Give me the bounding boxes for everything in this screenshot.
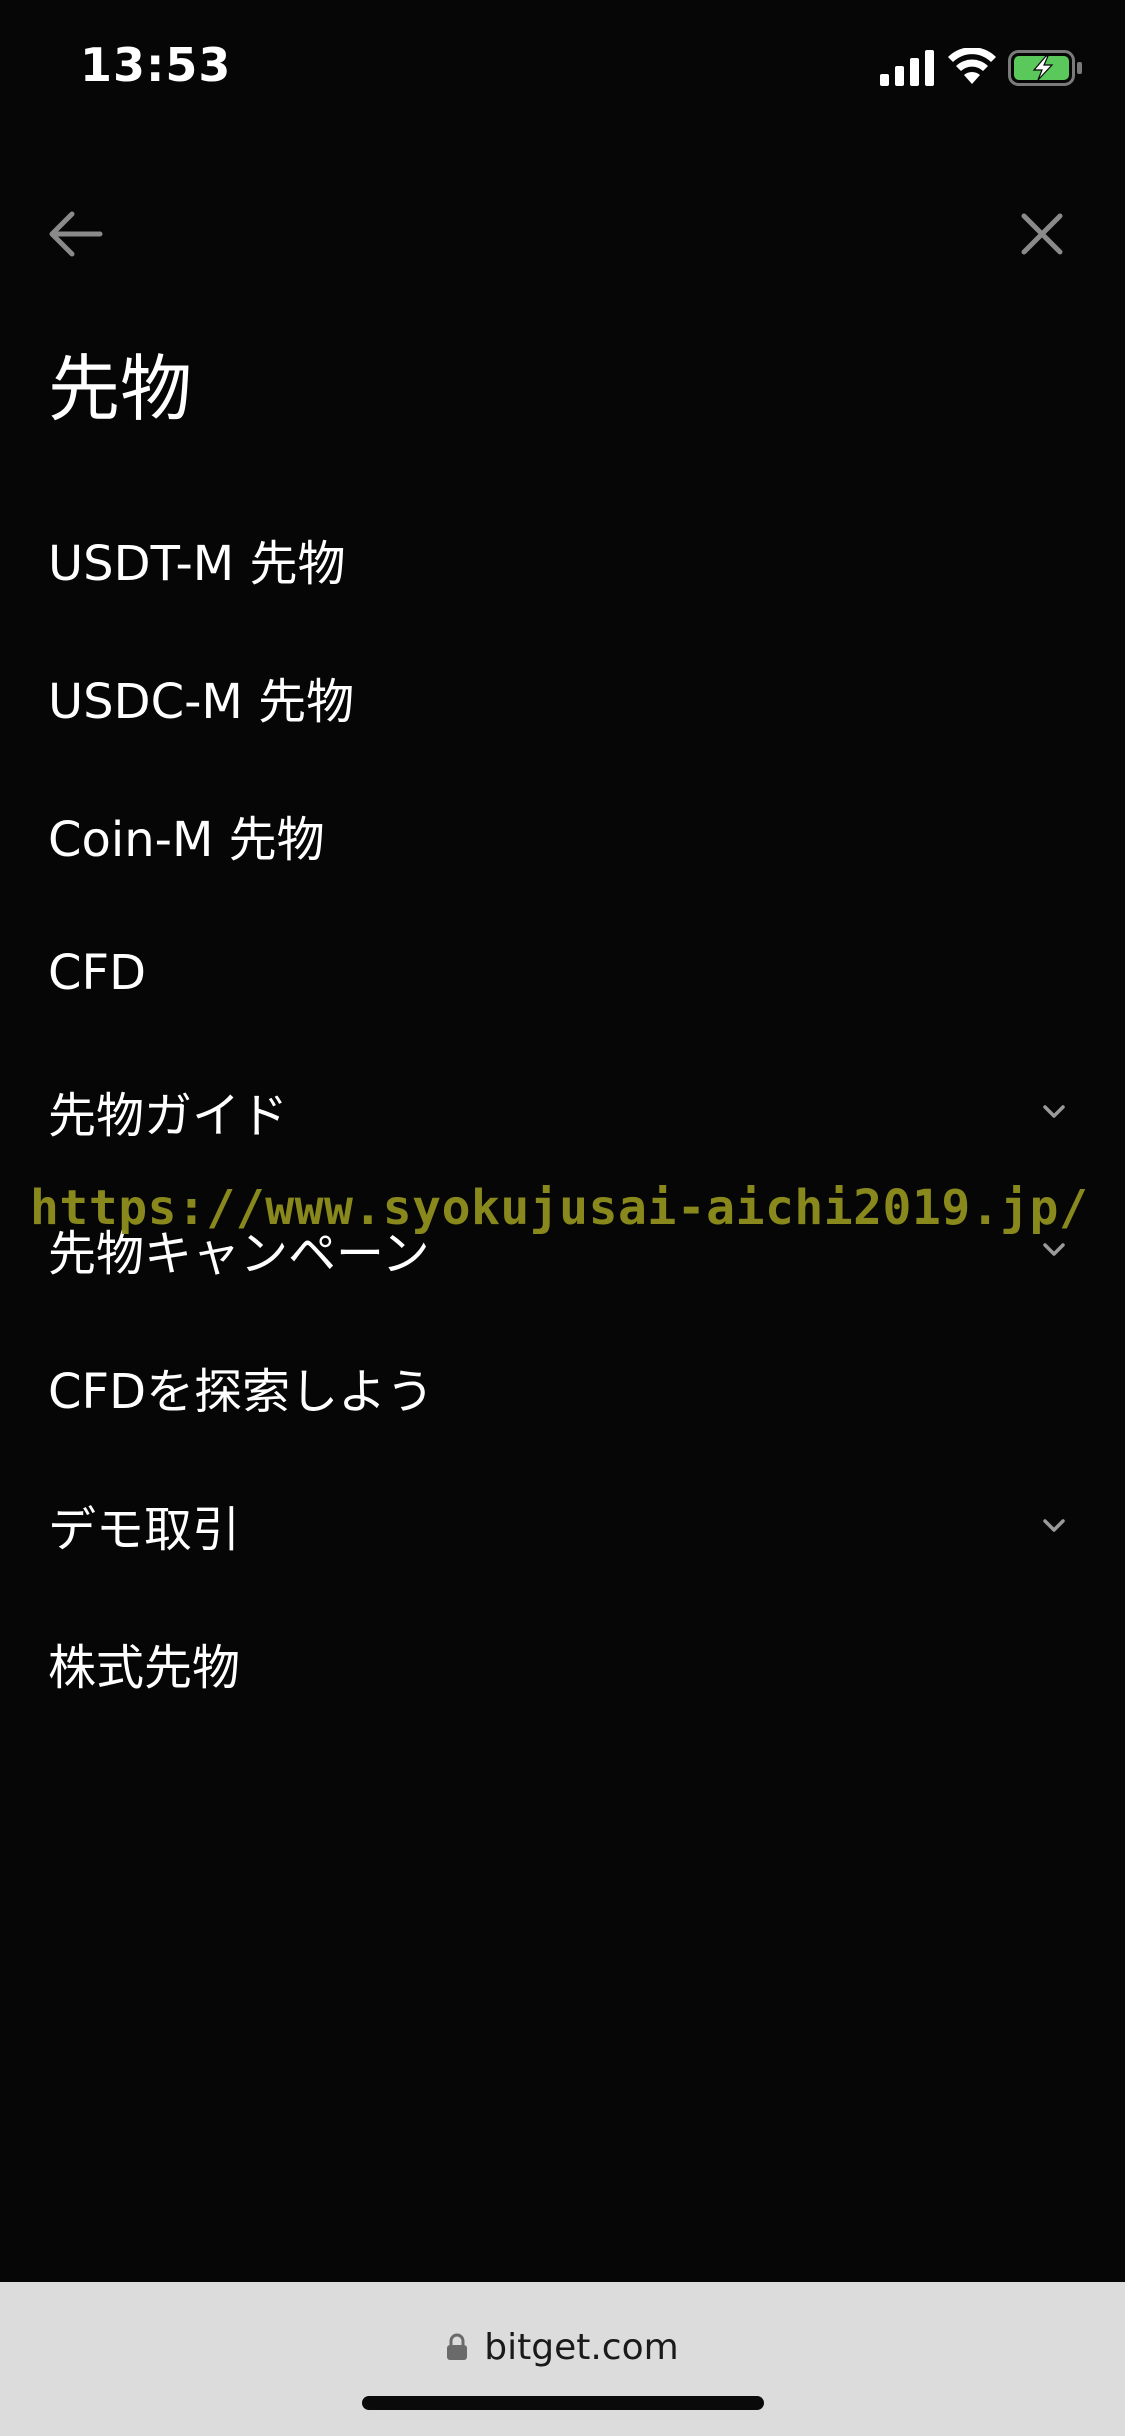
menu-item-label: CFD — [48, 945, 147, 1001]
status-time: 13:53 — [80, 38, 232, 92]
wifi-icon — [948, 48, 996, 84]
menu-item-stock-futures[interactable]: 株式先物 — [0, 1594, 1125, 1732]
menu-item-demo-trading[interactable]: デモ取引 — [0, 1456, 1125, 1594]
home-indicator-area — [0, 2396, 1125, 2436]
menu-item-usdc-m-futures[interactable]: USDC-M 先物 — [0, 628, 1125, 766]
menu-item-label: Coin-M 先物 — [48, 812, 325, 868]
menu-item-label: 株式先物 — [48, 1640, 241, 1696]
battery-charging-icon — [1008, 50, 1082, 86]
menu-item-explore-cfd[interactable]: CFDを探索しよう — [0, 1318, 1125, 1456]
menu-item-label: USDT-M 先物 — [48, 536, 346, 592]
chevron-down-icon[interactable] — [1041, 1236, 1067, 1262]
watermark-url: https://www.syokujusai-aichi2019.jp/ — [30, 1180, 1089, 1236]
close-icon — [1021, 213, 1063, 255]
status-bar: 13:53 — [0, 0, 1125, 140]
page-title: 先物 — [48, 347, 193, 431]
lock-icon — [447, 2333, 468, 2360]
menu-item-cfd[interactable]: CFD — [0, 904, 1125, 1042]
cellular-signal-icon — [880, 50, 934, 86]
arrow-left-icon — [49, 211, 103, 257]
home-indicator[interactable] — [362, 2396, 764, 2410]
futures-menu-list: USDT-M 先物 USDC-M 先物 Coin-M 先物 CFD 先物ガイド … — [0, 490, 1125, 1732]
menu-item-usdt-m-futures[interactable]: USDT-M 先物 — [0, 490, 1125, 628]
close-button[interactable] — [1014, 206, 1070, 262]
back-button[interactable] — [44, 206, 108, 262]
menu-item-label: CFDを探索しよう — [48, 1364, 435, 1420]
menu-item-label: 先物ガイド — [48, 1088, 289, 1144]
menu-item-label: デモ取引 — [48, 1502, 241, 1558]
address-field[interactable]: bitget.com — [0, 2322, 1125, 2372]
menu-item-futures-guide[interactable]: 先物ガイド — [0, 1042, 1125, 1180]
menu-item-coin-m-futures[interactable]: Coin-M 先物 — [0, 766, 1125, 904]
chevron-down-icon[interactable] — [1041, 1512, 1067, 1538]
chevron-down-icon[interactable] — [1041, 1098, 1067, 1124]
menu-item-label: USDC-M 先物 — [48, 674, 355, 730]
address-url: bitget.com — [484, 2326, 679, 2368]
